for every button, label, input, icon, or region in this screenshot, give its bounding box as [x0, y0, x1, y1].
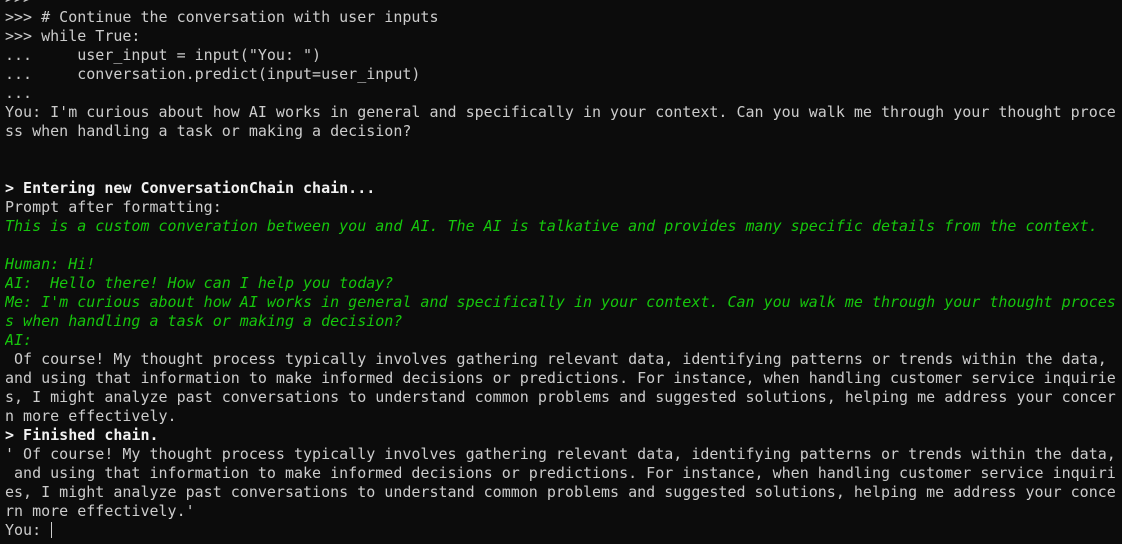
terminal-window[interactable]: >>> >>> # Continue the conversation with… [0, 0, 1122, 544]
code-line: ... [5, 84, 33, 102]
return-value-line: es, I might analyze past conversations t… [5, 483, 1116, 501]
chain-start-line: > Entering new ConversationChain chain..… [5, 179, 376, 197]
text-cursor [51, 522, 53, 538]
prompt-template-line: Me: I'm curious about how AI works in ge… [5, 293, 1116, 311]
prompt-template-line: This is a custom converation between you… [5, 217, 1098, 235]
return-value-line: rn more effectively.' [5, 502, 195, 520]
code-line: ... user_input = input("You: ") [5, 46, 322, 64]
ai-response-line: n more effectively. [5, 407, 177, 425]
prompt-template-line: AI: [5, 331, 33, 349]
output-line: Prompt after formatting: [5, 198, 222, 216]
ai-response-line: s, I might analyze past conversations to… [5, 388, 1116, 406]
code-line: ... conversation.predict(input=user_inpu… [5, 65, 421, 83]
prompt-template-line: AI: Hello there! How can I help you toda… [5, 274, 394, 292]
output-line: >>> [5, 0, 1122, 8]
terminal-output: >>> >>> # Continue the conversation with… [5, 0, 1122, 540]
return-value-line: ' Of course! My thought process typicall… [5, 445, 1116, 463]
input-prompt-label: You: [5, 521, 51, 539]
prompt-template-line: Human: Hi! [5, 255, 96, 273]
ai-response-line: and using that information to make infor… [5, 369, 1116, 387]
input-prompt-line[interactable]: You: [5, 521, 1122, 540]
code-comment-line: >>> # Continue the conversation with use… [5, 8, 439, 26]
code-line: >>> while True: [5, 27, 141, 45]
prompt-template-line: s when handling a task or making a decis… [5, 312, 403, 330]
return-value-line: and using that information to make infor… [5, 464, 1116, 482]
ai-response-line: Of course! My thought process typically … [5, 350, 1107, 368]
user-input-line: ss when handling a task or making a deci… [5, 122, 412, 140]
user-input-line: You: I'm curious about how AI works in g… [5, 103, 1116, 121]
chain-finished-line: > Finished chain. [5, 426, 159, 444]
